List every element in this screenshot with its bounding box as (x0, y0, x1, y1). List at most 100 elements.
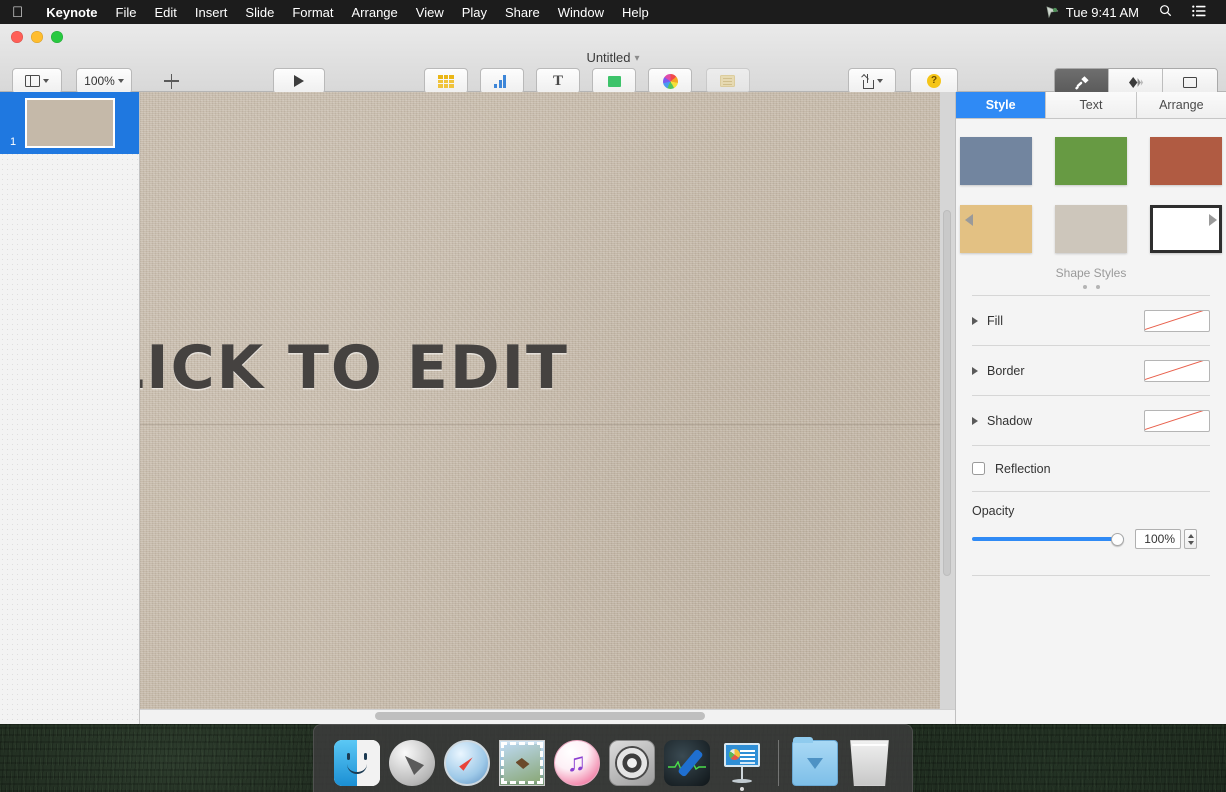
dock-item-itunes[interactable]: ♫ (553, 740, 600, 786)
reflection-checkbox[interactable] (972, 462, 985, 475)
play-triangle-icon (294, 75, 304, 87)
maximize-button[interactable] (51, 31, 63, 43)
stepper-up-icon[interactable] (1187, 533, 1194, 538)
share-export-icon (860, 73, 874, 89)
menu-item-share[interactable]: Share (496, 5, 549, 20)
opacity-value-field[interactable]: 100% (1135, 529, 1181, 549)
menu-bar-status-items: Tue 9:41 AM (1036, 4, 1226, 20)
border-section-row[interactable]: Border (956, 346, 1226, 395)
disclosure-triangle-icon[interactable] (972, 416, 978, 425)
menu-item-help[interactable]: Help (613, 5, 658, 20)
inspector-tabs: Style Text Arrange (956, 92, 1226, 119)
dock-item-downloads-folder[interactable] (791, 737, 838, 786)
canvas-horizontal-scrollbar-track[interactable] (140, 709, 955, 724)
format-paintbrush-icon (1074, 75, 1090, 90)
minimize-button[interactable] (31, 31, 43, 43)
shape-style-swatch-green[interactable] (1055, 137, 1127, 185)
text-t-icon: T (552, 72, 563, 89)
dock-item-trash[interactable] (850, 740, 889, 786)
opacity-slider-track (972, 537, 1124, 541)
shape-style-swatch-red[interactable] (1150, 137, 1222, 185)
slide-thumbnail[interactable] (25, 98, 115, 148)
tab-text[interactable]: Text (1046, 92, 1137, 118)
slide-navigator[interactable]: 1 (0, 92, 140, 724)
disclosure-triangle-icon[interactable] (972, 316, 978, 325)
border-label: Border (987, 363, 1025, 378)
shadow-preview-swatch[interactable] (1144, 409, 1210, 432)
menu-item-play[interactable]: Play (453, 5, 496, 20)
media-photos-icon (662, 73, 678, 89)
opacity-controls: 100% (972, 529, 1210, 549)
menu-item-slide[interactable]: Slide (236, 5, 283, 20)
dock-item-activity-monitor[interactable] (663, 740, 710, 786)
window-controls (11, 31, 63, 43)
menu-item-window[interactable]: Window (549, 5, 613, 20)
chevron-down-icon (877, 79, 883, 83)
fill-preview-swatch[interactable] (1144, 309, 1210, 332)
canvas-vertical-scrollbar[interactable] (943, 210, 951, 576)
slide-canvas-area[interactable]: CLICK TO EDIT (140, 92, 955, 724)
border-preview-swatch[interactable] (1144, 359, 1210, 382)
slide-canvas[interactable]: CLICK TO EDIT (140, 92, 940, 717)
dock-item-mail[interactable] (498, 740, 545, 786)
canvas-horizontal-scrollbar-thumb[interactable] (375, 712, 705, 720)
stepper-down-icon[interactable] (1187, 540, 1194, 545)
shape-styles-grid (956, 137, 1226, 253)
keynote-window: Untitled▾ View 100% Zoom (0, 24, 1226, 724)
slide-title-text[interactable]: CLICK TO EDIT (140, 333, 940, 403)
fill-label: Fill (987, 313, 1003, 328)
animate-diamond-icon (1128, 76, 1144, 89)
menu-item-keynote[interactable]: Keynote (37, 5, 106, 20)
dock-item-launchpad[interactable] (388, 740, 435, 786)
chevron-down-icon[interactable]: ▾ (635, 53, 640, 64)
disclosure-triangle-icon[interactable] (972, 366, 978, 375)
shadow-label: Shadow (987, 413, 1033, 428)
siri-icon[interactable] (1036, 5, 1058, 19)
chevron-left-icon[interactable] (965, 214, 973, 226)
opacity-section: Opacity 100% (956, 492, 1226, 549)
spotlight-search-icon[interactable] (1149, 4, 1182, 20)
document-title[interactable]: Untitled ▾ (0, 50, 1226, 65)
menu-item-file[interactable]: File (107, 5, 146, 20)
dock-item-system-preferences[interactable] (608, 740, 655, 786)
dock-item-safari[interactable] (443, 740, 490, 786)
shape-style-swatch-sketch[interactable] (1150, 205, 1222, 253)
opacity-slider-knob[interactable] (1111, 532, 1124, 546)
dock-item-keynote[interactable] (719, 740, 765, 786)
shape-style-swatch-tan[interactable] (960, 205, 1032, 253)
notification-center-icon[interactable] (1182, 5, 1216, 20)
shape-style-swatch-gray[interactable] (1055, 205, 1127, 253)
opacity-stepper[interactable] (1184, 529, 1197, 549)
page-dot[interactable] (1082, 285, 1087, 289)
window-body: 1 CLICK TO EDIT Style Text Arrange (0, 92, 1226, 724)
tab-arrange[interactable]: Arrange (1136, 92, 1226, 118)
menu-bar-clock[interactable]: Tue 9:41 AM (1056, 5, 1149, 20)
reflection-row[interactable]: Reflection (956, 446, 1226, 491)
dock-item-finder[interactable] (333, 740, 380, 786)
close-button[interactable] (11, 31, 23, 43)
dock-separator (777, 740, 779, 786)
reflection-label: Reflection (995, 461, 1051, 476)
menu-item-view[interactable]: View (407, 5, 453, 20)
apple-logo-icon[interactable]:  (0, 5, 37, 20)
shape-styles-section: Shape Styles (956, 119, 1226, 295)
opacity-slider[interactable] (972, 532, 1124, 546)
format-inspector-panel: Style Text Arrange Shape Styles Fill Bor… (955, 92, 1226, 724)
menu-item-arrange[interactable]: Arrange (343, 5, 407, 20)
fill-section-row[interactable]: Fill (956, 296, 1226, 345)
dock: ♫ (313, 724, 913, 792)
menu-item-insert[interactable]: Insert (186, 5, 237, 20)
page-dot[interactable] (1095, 285, 1100, 289)
shape-square-icon (607, 75, 621, 87)
document-title-text: Untitled (586, 50, 631, 65)
menu-item-edit[interactable]: Edit (146, 5, 186, 20)
slide-navigator-item[interactable]: 1 (0, 92, 139, 154)
menu-item-format[interactable]: Format (283, 5, 342, 20)
view-panel-icon (25, 74, 40, 88)
shape-style-swatch-blue[interactable] (960, 137, 1032, 185)
slide-number: 1 (10, 136, 17, 148)
table-icon (438, 74, 454, 88)
chevron-right-icon[interactable] (1209, 214, 1217, 226)
shadow-section-row[interactable]: Shadow (956, 396, 1226, 445)
tab-style[interactable]: Style (956, 92, 1047, 118)
